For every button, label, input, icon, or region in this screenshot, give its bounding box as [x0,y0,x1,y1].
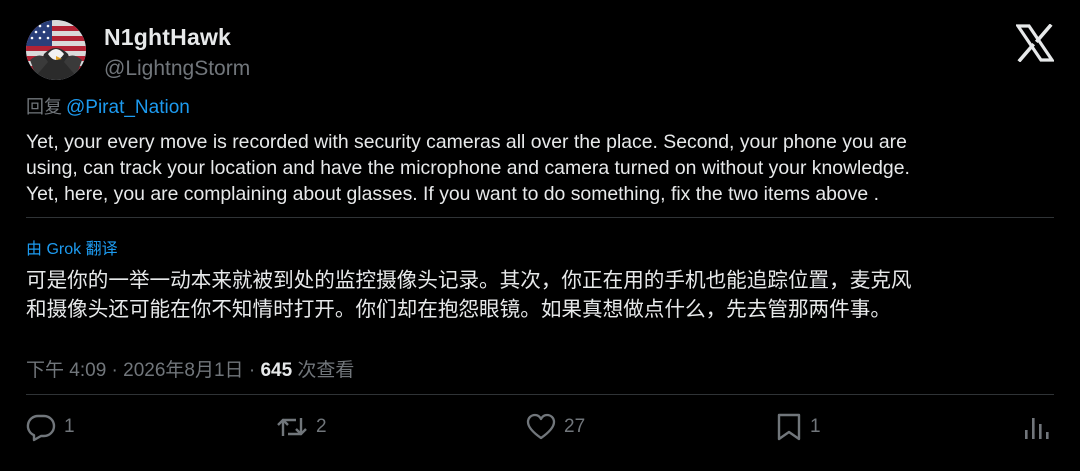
reply-button[interactable]: 1 [26,410,75,444]
post-timestamp[interactable]: 下午 4:09 · 2026年8月1日 · [26,360,260,381]
translated-by-grok-link[interactable]: 由 Grok 翻译 [26,235,118,259]
repost-button[interactable]: 2 [276,410,327,444]
reply-prefix: 回复 [26,97,62,117]
reply-context: 回复 @Pirat_Nation [26,93,190,119]
reply-to-link[interactable]: @Pirat_Nation [66,97,190,118]
translated-text-line: 和摄像头还可能在你不知情时打开。你们却在抱怨眼镜。如果真想做点什么，先去管那两件… [26,298,891,321]
bookmark-button[interactable]: 1 [776,410,821,444]
post-text-line: Yet, your every move is recorded with se… [26,131,907,153]
translation-divider [26,217,1054,218]
post-text-line: using, can track your location and have … [26,157,910,179]
action-bar: 1 2 27 1 [26,410,1056,444]
view-label: 次查看 [292,360,355,381]
author-handle[interactable]: @LightngStorm [104,57,250,81]
post-meta: 下午 4:09 · 2026年8月1日 · 645 次查看 [26,355,354,382]
avatar[interactable] [26,20,86,80]
translated-text: 可是你的一举一动本来就被到处的监控摄像头记录。其次，你正在用的手机也能追踪位置，… [26,266,1066,324]
like-button[interactable]: 27 [526,410,585,444]
bookmark-count: 1 [810,416,821,437]
views-button[interactable] [1022,410,1052,444]
repost-count: 2 [316,416,327,437]
post-text-line: Yet, here, you are complaining about gla… [26,183,879,205]
post-text: Yet, your every move is recorded with se… [26,129,1056,207]
post-header: N1ghtHawk @LightngStorm [26,20,1056,84]
reply-icon [26,414,56,442]
like-count: 27 [564,416,586,437]
like-icon [526,413,556,440]
x-logo-icon [1014,23,1056,63]
view-count: 645 [260,360,293,381]
reply-count: 1 [64,416,75,437]
author-display-name[interactable]: N1ghtHawk [104,24,231,51]
actions-divider [26,394,1054,395]
views-chart-icon [1025,418,1049,439]
repost-icon [277,418,307,436]
bookmark-icon [777,413,801,441]
translated-text-line: 可是你的一举一动本来就被到处的监控摄像头记录。其次，你正在用的手机也能追踪位置，… [26,269,912,292]
